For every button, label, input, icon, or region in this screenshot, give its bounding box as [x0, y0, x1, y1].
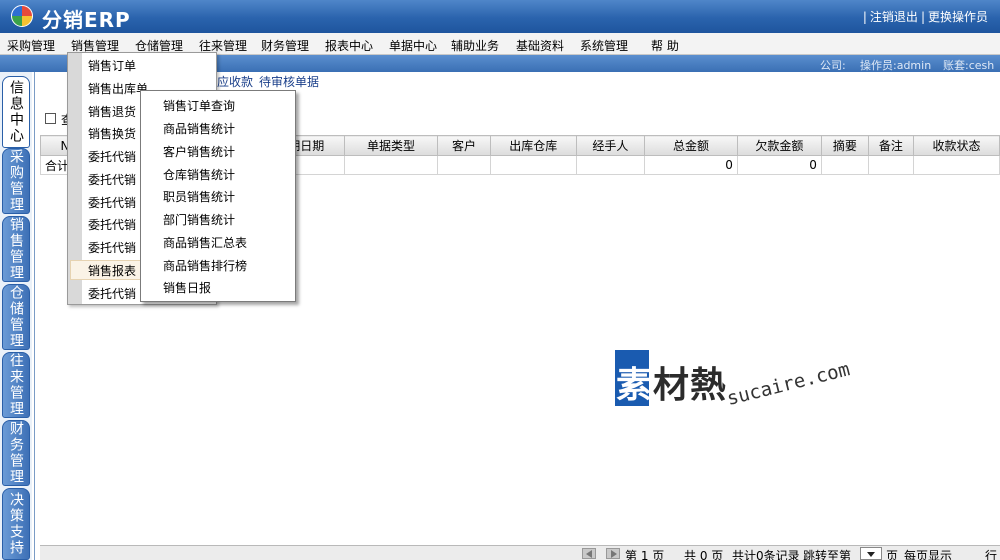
menu-basic-data[interactable]: 基础资料	[516, 37, 564, 54]
submenu-order-query[interactable]: 销售订单查询	[163, 97, 235, 114]
menu-system[interactable]: 系统管理	[580, 37, 628, 54]
logo-icon	[11, 5, 33, 27]
col-receipt-status[interactable]: 收款状态	[912, 135, 1000, 156]
account-label: 账套:cesh	[943, 59, 995, 72]
quick-links: 期应收款 待审核单据	[205, 73, 325, 90]
menu-item-sales-outbound[interactable]: 销售出库单	[88, 80, 148, 97]
submenu-product-stats[interactable]: 商品销售统计	[163, 120, 235, 137]
tab-decision[interactable]: 决策支持	[2, 488, 30, 560]
page-suffix: 页	[886, 549, 899, 560]
col-summary[interactable]: 摘要	[820, 135, 869, 156]
menu-finance[interactable]: 财务管理	[261, 37, 309, 54]
tab-purchase[interactable]: 采购管理	[2, 148, 30, 214]
menu-auxiliary[interactable]: 辅助业务	[451, 37, 499, 54]
switch-user-link[interactable]: 更换操作员	[928, 10, 988, 24]
col-warehouse[interactable]: 出库仓库	[489, 135, 577, 156]
submenu-warehouse-stats[interactable]: 仓库销售统计	[163, 166, 235, 183]
watermark-logo-text: 素材熱	[616, 365, 728, 406]
page-select[interactable]	[860, 547, 882, 560]
next-page-icon[interactable]	[606, 548, 620, 559]
submenu-product-summary[interactable]: 商品销售汇总表	[163, 234, 247, 251]
col-doc-type[interactable]: 单据类型	[343, 135, 439, 156]
col-owed-amount[interactable]: 欠款金额	[736, 135, 822, 156]
menu-item-consignment-3[interactable]: 委托代销	[88, 194, 136, 211]
menu-item-sales-reports[interactable]: 销售报表	[88, 262, 136, 279]
sales-report-submenu: 销售订单查询 商品销售统计 客户销售统计 仓库销售统计 职员销售统计 部门销售统…	[140, 90, 296, 302]
tab-warehouse[interactable]: 仓储管理	[2, 284, 30, 350]
col-handler[interactable]: 经手人	[575, 135, 646, 156]
menu-item-consignment-6[interactable]: 委托代销	[88, 285, 136, 302]
col-remark[interactable]: 备注	[867, 135, 914, 156]
submenu-staff-stats[interactable]: 职员销售统计	[163, 188, 235, 205]
menu-item-sales-return[interactable]: 销售退货	[88, 103, 136, 120]
row-suffix: 行	[985, 549, 998, 560]
menu-purchase[interactable]: 采购管理	[7, 37, 55, 54]
col-total-amount[interactable]: 总金额	[644, 135, 738, 156]
logout-link[interactable]: 注销退出	[870, 10, 918, 24]
tab-info-center[interactable]: 信息中心	[2, 76, 30, 148]
app-header: 分销ERP | 注销退出 | 更换操作员	[0, 0, 1000, 33]
menu-item-consignment-1[interactable]: 委托代销	[88, 148, 136, 165]
current-page: 第 1 页	[625, 549, 665, 560]
menu-item-consignment-4[interactable]: 委托代销	[88, 216, 136, 233]
tab-finance[interactable]: 财务管理	[2, 420, 30, 486]
menu-help[interactable]: 帮 助	[651, 37, 679, 54]
module-tabs: 信息中心 采购管理 销售管理 仓储管理 往来管理 财务管理 决策支持	[0, 72, 32, 560]
menu-documents[interactable]: 单据中心	[389, 37, 437, 54]
menu-item-sales-order[interactable]: 销售订单	[88, 57, 136, 74]
menu-item-consignment-5[interactable]: 委托代销	[88, 239, 136, 256]
tab-sales[interactable]: 销售管理	[2, 216, 30, 282]
link-pending-review[interactable]: 待审核单据	[259, 75, 319, 89]
menu-item-sales-exchange[interactable]: 销售换货	[88, 125, 136, 142]
jump-to-label: 跳转至第	[803, 549, 852, 560]
app-title: 分销ERP	[42, 8, 131, 32]
total-amount-value: 0	[644, 155, 738, 175]
total-pages: 共 0 页	[684, 549, 724, 560]
submenu-product-ranking[interactable]: 商品销售排行榜	[163, 257, 247, 274]
menu-item-consignment-2[interactable]: 委托代销	[88, 171, 136, 188]
operator-label: 操作员:admin	[860, 59, 932, 72]
header-links: | 注销退出 | 更换操作员	[862, 10, 988, 24]
per-page-label: 每页显示	[904, 549, 953, 560]
owed-amount-value: 0	[736, 155, 822, 175]
menu-reports[interactable]: 报表中心	[325, 37, 373, 54]
filter-checkbox[interactable]	[45, 113, 56, 124]
submenu-daily-report[interactable]: 销售日报	[163, 279, 211, 296]
pagination-bar: 第 1 页 共 0 页 共计0条记录 跳转至第 页 每页显示 行	[40, 545, 1000, 560]
tab-accounts[interactable]: 往来管理	[2, 352, 30, 418]
company-label: 公司:	[820, 59, 846, 72]
submenu-customer-stats[interactable]: 客户销售统计	[163, 143, 235, 160]
prev-page-icon[interactable]	[582, 548, 596, 559]
col-customer[interactable]: 客户	[437, 135, 491, 156]
record-count: 共计0条记录	[732, 549, 800, 560]
submenu-dept-stats[interactable]: 部门销售统计	[163, 211, 235, 228]
